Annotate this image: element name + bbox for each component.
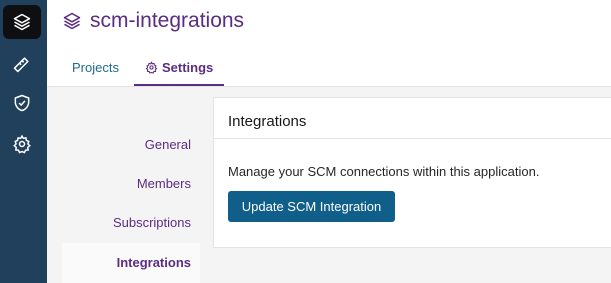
tab-projects[interactable]: Projects: [72, 60, 119, 75]
panel-header: Integrations: [214, 98, 611, 139]
panel-title: Integrations: [228, 113, 307, 130]
gear-icon: [13, 134, 31, 154]
layers-icon: [13, 13, 31, 31]
integrations-panel: Integrations Manage your SCM connections…: [213, 97, 611, 248]
shield-check-icon: [14, 94, 30, 112]
tab-projects-label: Projects: [72, 60, 119, 75]
gear-icon: [145, 61, 158, 74]
page-title-row: scm-integrations: [62, 9, 244, 33]
page-title: scm-integrations: [90, 9, 245, 32]
side-rail: [0, 0, 47, 283]
rail-item-tools[interactable]: [3, 47, 41, 81]
subnav-item-integrations[interactable]: Integrations: [117, 255, 191, 270]
rail-item-security[interactable]: [3, 86, 41, 120]
ruler-icon: [13, 57, 29, 73]
tab-settings-label: Settings: [162, 60, 214, 75]
rail-item-projects[interactable]: [3, 5, 41, 39]
tab-settings[interactable]: Settings: [145, 60, 213, 75]
subnav-item-general[interactable]: General: [145, 137, 191, 152]
subnav-item-subscriptions[interactable]: Subscriptions: [113, 215, 191, 230]
panel-description: Manage your SCM connections within this …: [228, 164, 540, 179]
rail-item-settings[interactable]: [3, 127, 41, 161]
active-tab-indicator: [134, 84, 224, 86]
layers-icon: [63, 12, 81, 30]
update-scm-integration-button[interactable]: Update SCM Integration: [228, 191, 395, 222]
settings-subnav: General Members Subscriptions Integratio…: [62, 98, 200, 283]
subnav-item-members[interactable]: Members: [137, 176, 191, 191]
page-header: scm-integrations Projects Settings: [47, 0, 611, 87]
